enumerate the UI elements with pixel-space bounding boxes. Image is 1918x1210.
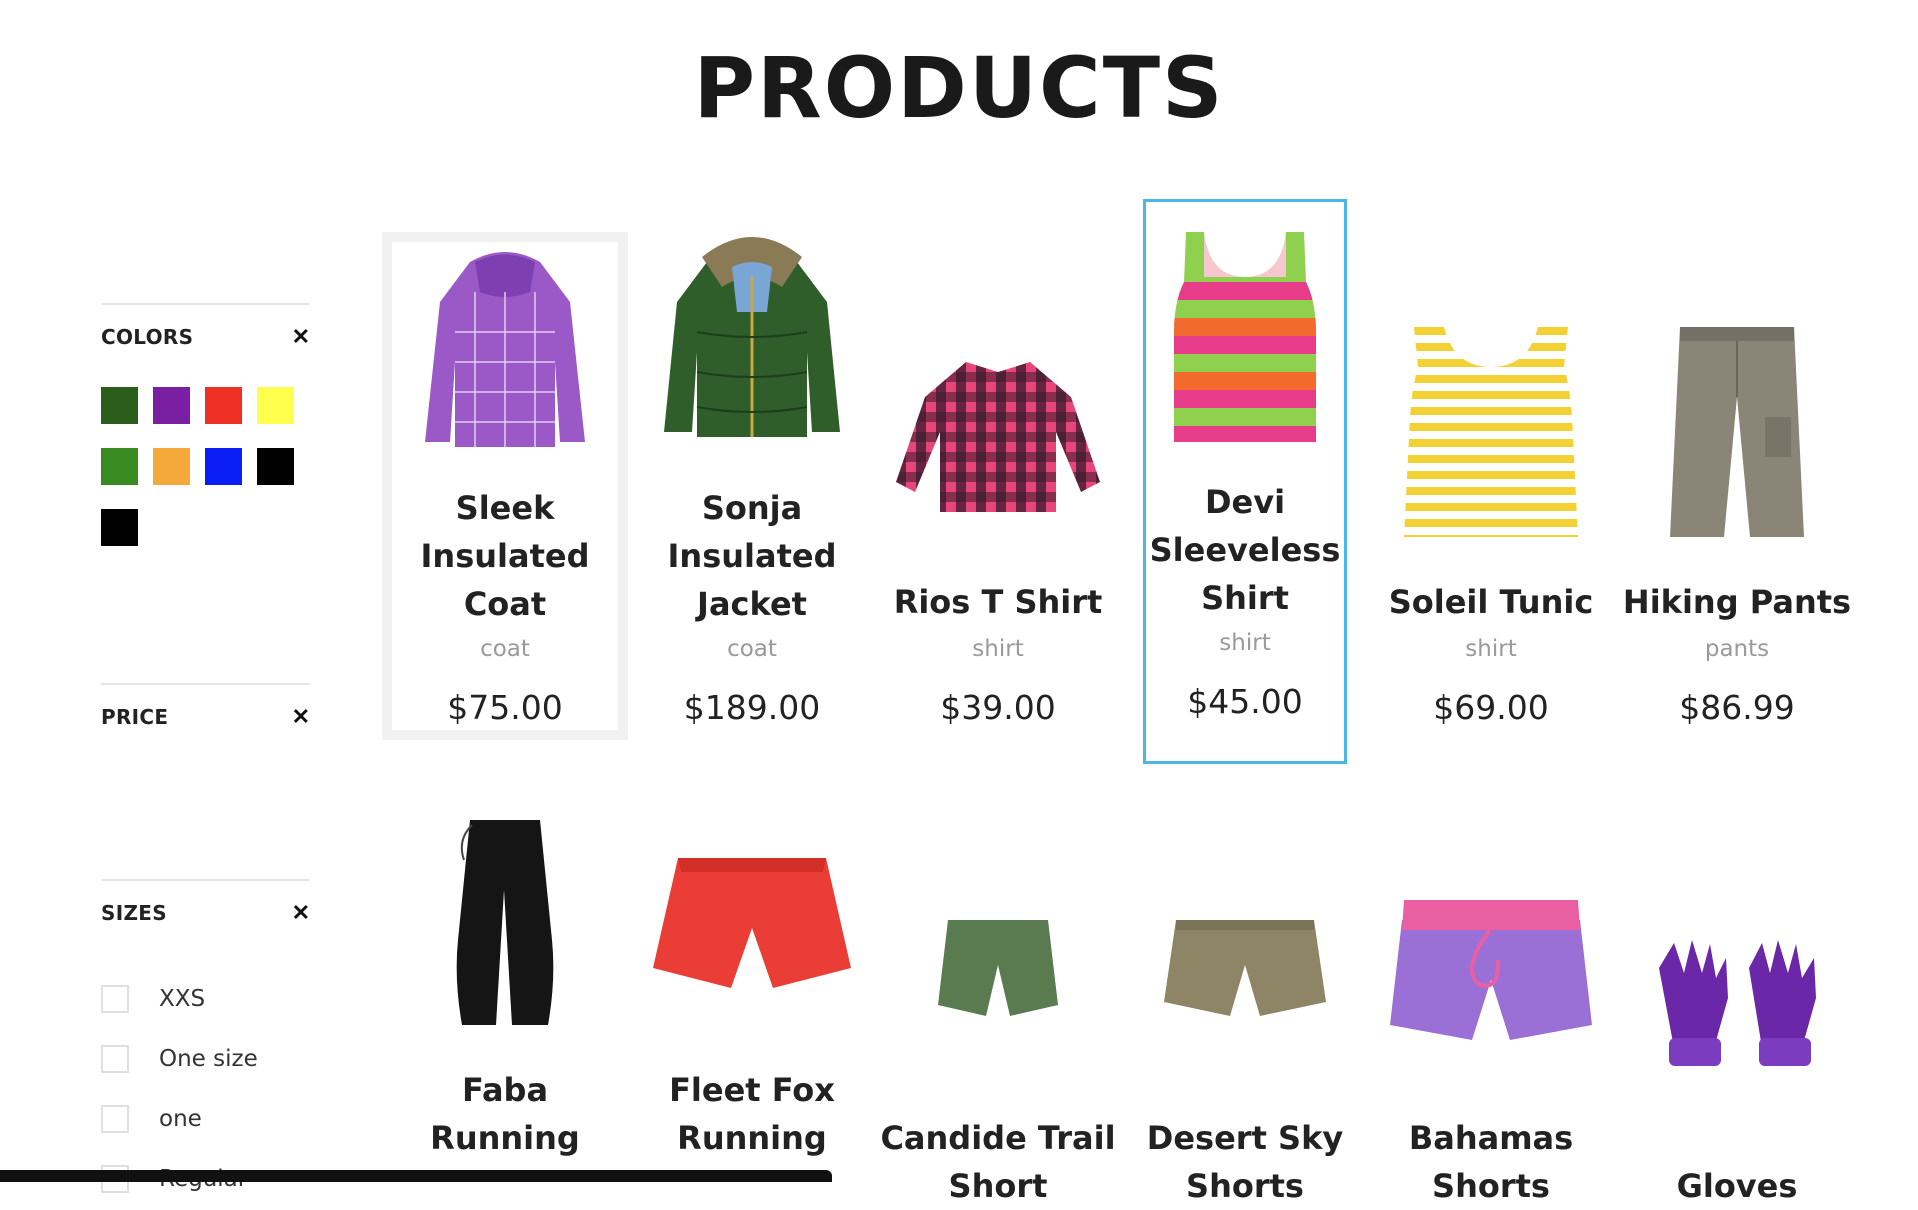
colors-filter-title: COLORS: [101, 325, 194, 349]
product-card-desert-sky-shorts[interactable]: Desert Sky Shorts: [1122, 820, 1368, 1205]
color-swatch[interactable]: [205, 387, 242, 424]
product-type: shirt: [1465, 636, 1517, 662]
size-label: one: [159, 1106, 202, 1132]
horizontal-scrollbar[interactable]: [0, 1170, 832, 1182]
price-close-icon[interactable]: ✕: [292, 706, 310, 728]
color-swatch[interactable]: [153, 387, 190, 424]
product-name: Candide Trail Short: [880, 1119, 1116, 1205]
size-option-one-size[interactable]: One size: [101, 1029, 258, 1089]
sizes-close-icon[interactable]: ✕: [292, 902, 310, 924]
product-card-bahamas-shorts[interactable]: Bahamas Shorts: [1368, 820, 1614, 1205]
size-option-xxs[interactable]: XXS: [101, 969, 258, 1029]
product-type: pants: [1704, 636, 1770, 662]
product-price: $189.00: [683, 688, 821, 727]
product-card-fleet-fox-running[interactable]: Fleet Fox Running: [629, 820, 875, 1182]
checkbox[interactable]: [101, 1045, 129, 1073]
tunic-image: [1404, 327, 1578, 537]
size-option-one[interactable]: one: [101, 1089, 258, 1149]
product-card-candide-trail-short[interactable]: Candide Trail Short: [875, 820, 1121, 1205]
page-title: PRODUCTS: [693, 39, 1225, 137]
product-price: $86.99: [1679, 688, 1795, 727]
green-shorts-image: [938, 920, 1058, 1016]
product-type: coat: [727, 636, 777, 662]
color-swatch[interactable]: [257, 387, 294, 424]
checkbox[interactable]: [101, 1105, 129, 1133]
checkbox[interactable]: [101, 985, 129, 1013]
product-name: Gloves: [1676, 1167, 1798, 1205]
colors-filter: COLORS ✕: [101, 303, 310, 349]
sizes-filter-title: SIZES: [101, 901, 167, 925]
product-name: Sonja Insulated Jacket: [667, 489, 837, 623]
product-name: Rios T Shirt: [893, 583, 1103, 621]
product-card-sleek-insulated-coat[interactable]: Sleek Insulated Coat coat $75.00: [382, 232, 628, 740]
product-name: Bahamas Shorts: [1408, 1119, 1574, 1205]
product-price: $69.00: [1433, 688, 1549, 727]
size-label: XXS: [159, 986, 206, 1012]
running-pants-image: [456, 820, 554, 1025]
product-name: Sleek Insulated Coat: [420, 489, 590, 623]
product-type: shirt: [972, 636, 1024, 662]
product-card-hiking-pants[interactable]: Hiking Pants pants $86.99: [1614, 232, 1860, 740]
khaki-shorts-image: [1164, 920, 1326, 1016]
color-swatch[interactable]: [205, 448, 242, 485]
product-card-faba-running[interactable]: Faba Running: [382, 820, 628, 1182]
sizes-filter: SIZES ✕: [101, 879, 310, 925]
product-card-gloves[interactable]: Gloves: [1614, 820, 1860, 1205]
color-swatch-grid: [101, 387, 301, 546]
product-price: $39.00: [940, 688, 1056, 727]
color-swatch[interactable]: [101, 448, 138, 485]
red-shorts-image: [653, 858, 851, 988]
purple-shorts-image: [1390, 900, 1592, 1040]
colors-close-icon[interactable]: ✕: [292, 326, 310, 348]
color-swatch[interactable]: [257, 448, 294, 485]
product-name: Soleil Tunic: [1388, 583, 1594, 621]
product-card-rios-t-shirt[interactable]: Rios T Shirt shirt $39.00: [875, 232, 1121, 740]
product-name: Devi Sleeveless Shirt: [1149, 483, 1341, 617]
color-swatch[interactable]: [101, 387, 138, 424]
pants-image: [1670, 327, 1804, 537]
price-filter-title: PRICE: [101, 705, 169, 729]
color-swatch[interactable]: [101, 509, 138, 546]
product-card-soleil-tunic[interactable]: Soleil Tunic shirt $69.00: [1368, 232, 1614, 740]
gloves-image: [1659, 940, 1816, 1066]
jacket-image: [664, 237, 840, 437]
product-card-sonja-insulated-jacket[interactable]: Sonja Insulated Jacket coat $189.00: [629, 232, 875, 740]
shirt-image: [896, 362, 1100, 512]
tank-top-image: [1174, 232, 1316, 442]
price-filter: PRICE ✕: [101, 683, 310, 729]
coat-image: [425, 252, 585, 447]
product-card-devi-sleeveless-shirt[interactable]: Devi Sleeveless Shirt shirt $45.00: [1143, 199, 1347, 764]
product-name: Fleet Fox Running: [669, 1071, 835, 1157]
size-label: One size: [159, 1046, 258, 1072]
product-price: $75.00: [447, 688, 563, 727]
product-type: coat: [480, 636, 530, 662]
product-type: shirt: [1219, 630, 1271, 656]
color-swatch[interactable]: [153, 448, 190, 485]
product-name: Hiking Pants: [1622, 583, 1852, 621]
product-name: Desert Sky Shorts: [1146, 1119, 1344, 1205]
product-name: Faba Running: [430, 1071, 580, 1157]
product-price: $45.00: [1187, 682, 1303, 721]
